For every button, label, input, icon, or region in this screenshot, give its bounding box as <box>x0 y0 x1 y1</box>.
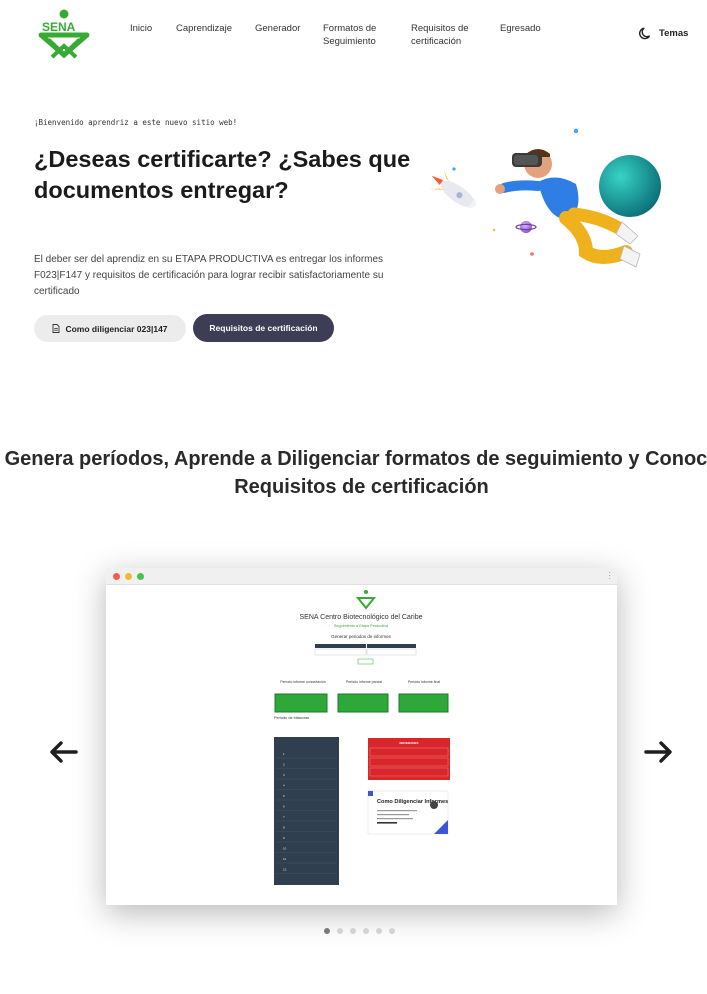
browser-close-dot <box>113 573 120 580</box>
hero-description: El deber ser del aprendiz en su ETAPA PR… <box>34 254 384 297</box>
carousel-indicator[interactable] <box>324 928 330 934</box>
slide-period-2: Periodo informe parcial <box>346 680 382 684</box>
how-to-fill-label: Como diligenciar 023|147 <box>65 323 168 334</box>
hero-title: ¿Deseas certificarte? ¿Sabes que documen… <box>34 146 411 203</box>
nav-inicio[interactable]: Inicio <box>130 22 152 35</box>
slide-screenshot: SENA Centro Biotecnológico del Caribe Se… <box>274 590 450 885</box>
browser-min-dot <box>125 573 132 580</box>
browser-bar: · · · <box>106 568 617 585</box>
carousel-next-button[interactable] <box>640 734 676 770</box>
carousel-slide[interactable]: · · · SENA Centro Biotecnológico del Carib… <box>106 568 617 905</box>
slide-news-title: NOVEDADES <box>399 741 418 745</box>
carousel-indicator[interactable] <box>337 928 343 934</box>
nav-caprendizaje[interactable]: Caprendizaje <box>176 22 232 35</box>
carousel-indicator[interactable] <box>350 928 356 934</box>
welcome-text: ¡Bienvenido aprendriz a este nuevo sitio… <box>34 118 238 127</box>
nav-formatos-seguimiento[interactable]: Formatos de Seguimiento <box>323 22 395 48</box>
site-header: SENA Inicio Caprendizaje Generador Forma… <box>0 0 707 70</box>
document-icon <box>53 324 60 333</box>
certification-requirements-button[interactable]: Requisitos de certificación <box>193 314 334 342</box>
slide-period-3: Periodo informe final <box>408 680 440 684</box>
slide-table-row-number: 12 <box>283 868 287 872</box>
slide-generator-title: Generar periodos de informes <box>331 634 392 639</box>
moon-icon <box>639 27 651 40</box>
slide-site-subtitle: Seguimiento a Etapa Productiva <box>334 624 389 628</box>
carousel-prev-button[interactable] <box>46 734 82 770</box>
slide-period-1: Periodo informe concertación <box>280 680 326 684</box>
browser-max-dot <box>137 573 144 580</box>
carousel-indicator[interactable] <box>389 928 395 934</box>
arrow-right-icon <box>644 741 672 763</box>
theme-label: Temas <box>659 27 689 39</box>
logo-text: SENA <box>42 20 76 34</box>
nav-generador[interactable]: Generador <box>255 22 300 35</box>
section-title: Genera períodos, Aprende a Diligenciar f… <box>4 448 707 498</box>
sena-logo[interactable]: SENA <box>38 9 90 59</box>
nav-requisitos-certificacion[interactable]: Requisitos de certificación <box>411 22 481 48</box>
slide-site-title: SENA Centro Biotecnológico del Caribe <box>300 614 423 621</box>
slide-table-row-number: 10 <box>283 847 287 851</box>
hero-illustration <box>426 122 676 307</box>
kebab-icon: · · · <box>608 568 611 583</box>
nav-egresado[interactable]: Egresado <box>500 22 541 35</box>
slide-table-row-number: 11 <box>283 857 286 861</box>
certification-requirements-label: Requisitos de certificación <box>209 323 318 333</box>
carousel-indicators <box>324 928 395 934</box>
arrow-left-icon <box>50 741 78 763</box>
carousel-indicator[interactable] <box>376 928 382 934</box>
slide-bitacoras-title: Período de bitácoras <box>274 716 309 720</box>
carousel-indicator[interactable] <box>363 928 369 934</box>
theme-toggle[interactable]: Temas <box>639 26 688 40</box>
how-to-fill-button[interactable]: Como diligenciar 023|147 <box>34 315 186 342</box>
